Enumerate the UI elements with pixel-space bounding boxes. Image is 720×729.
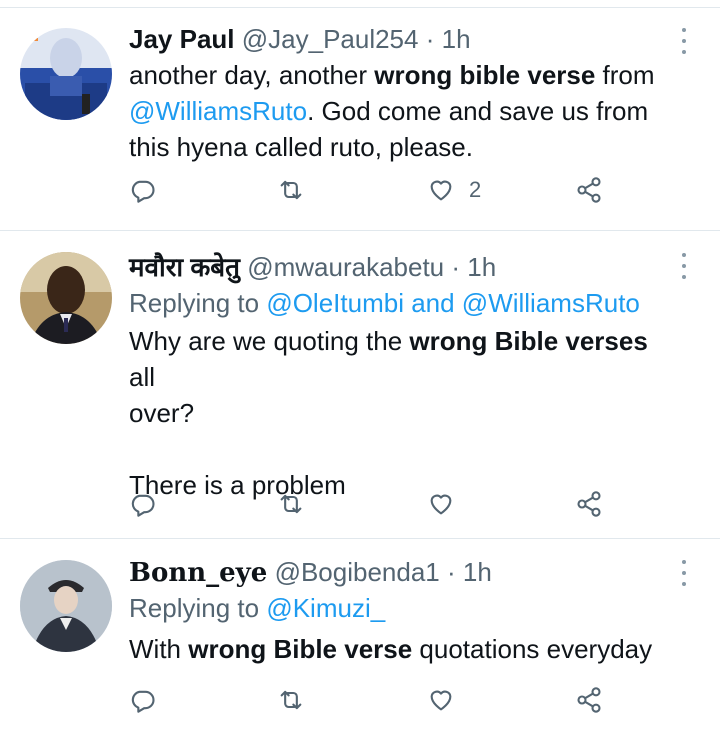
- reply-button[interactable]: [129, 174, 171, 206]
- retweet-icon: [280, 690, 302, 710]
- tweet-feed: Jay Paul @Jay_Paul254 · 1h another day, …: [0, 0, 720, 729]
- tweet-text: With wrong Bible verse quotations everyd…: [129, 631, 680, 667]
- replying-prefix: Replying to: [129, 288, 267, 318]
- share-icon: [577, 491, 601, 517]
- reply-icon: [131, 494, 155, 517]
- reply-icon: [131, 180, 155, 203]
- tweet-actions: [129, 684, 629, 716]
- tweet-text: another day, another wrong bible verse f…: [129, 57, 680, 165]
- tweet-content: Jay Paul @Jay_Paul254 · 1h another day, …: [129, 21, 680, 165]
- share-button[interactable]: [575, 488, 603, 520]
- text-segment: all over? There is a problem: [129, 362, 346, 500]
- separator-dot: ·: [447, 557, 456, 587]
- retweet-icon: [280, 180, 302, 200]
- reply-joiner: and: [403, 288, 462, 318]
- mention-link[interactable]: @WilliamsRuto: [129, 96, 307, 126]
- highlighted-text: wrong bible verse: [374, 60, 596, 90]
- replying-to: Replying to @Kimuzi_: [129, 590, 680, 626]
- retweet-button[interactable]: [277, 174, 319, 206]
- share-button[interactable]: [575, 684, 603, 716]
- user-handle[interactable]: @Bogibenda1: [275, 557, 440, 587]
- heart-icon: [430, 180, 452, 201]
- heart-icon: [430, 690, 452, 711]
- timestamp[interactable]: 1h: [463, 557, 492, 587]
- reply-mention[interactable]: @OleItumbi: [266, 288, 404, 318]
- highlighted-text: wrong Bible verses: [409, 326, 648, 356]
- retweet-button[interactable]: [277, 684, 305, 716]
- avatar[interactable]: [20, 252, 112, 344]
- like-button[interactable]: [427, 488, 455, 520]
- heart-icon: [430, 494, 452, 515]
- reply-mention[interactable]: @Kimuzi_: [266, 593, 385, 623]
- reply-button[interactable]: [129, 488, 157, 520]
- share-icon: [577, 687, 601, 713]
- tweet-header: Jay Paul @Jay_Paul254 · 1h: [129, 21, 680, 57]
- like-button[interactable]: [427, 684, 455, 716]
- more-options-icon[interactable]: [674, 253, 694, 279]
- timestamp[interactable]: 1h: [467, 252, 496, 282]
- tweet-header: मवौरा कबेतु @mwaurakabetu · 1h: [129, 249, 680, 285]
- tweet-text: Why are we quoting the wrong Bible verse…: [129, 323, 680, 503]
- retweet-button[interactable]: [277, 488, 305, 520]
- replying-to: Replying to @OleItumbi and @WilliamsRuto: [129, 285, 680, 321]
- text-segment: quotations everyday: [412, 634, 653, 664]
- text-segment: from: [602, 60, 655, 90]
- timestamp[interactable]: 1h: [442, 24, 471, 54]
- tweet-content: मवौरा कबेतु @mwaurakabetu · 1h Replying …: [129, 249, 680, 503]
- reply-icon: [131, 690, 155, 713]
- replying-prefix: Replying to: [129, 593, 267, 623]
- display-name[interactable]: मवौरा कबेतु: [129, 252, 240, 282]
- user-handle[interactable]: @Jay_Paul254: [242, 24, 419, 54]
- tweet-actions: [129, 488, 629, 520]
- highlighted-text: wrong Bible verse: [188, 634, 413, 664]
- like-button[interactable]: 2: [427, 174, 481, 206]
- more-options-icon[interactable]: [674, 28, 694, 54]
- share-icon: [577, 177, 601, 203]
- tweet-content: Bonn_eye @Bogibenda1 · 1h Replying to @K…: [129, 554, 680, 667]
- tweet-actions: 2: [129, 174, 629, 206]
- retweet-icon: [280, 494, 302, 514]
- avatar[interactable]: [20, 28, 112, 120]
- display-name[interactable]: Bonn_eye: [129, 558, 267, 588]
- avatar[interactable]: [20, 560, 112, 652]
- reply-mention[interactable]: @WilliamsRuto: [462, 288, 640, 318]
- share-button[interactable]: [575, 174, 603, 206]
- text-segment: With: [129, 634, 189, 664]
- text-segment: another day, another: [129, 60, 375, 90]
- reply-button[interactable]: [129, 684, 157, 716]
- tweet-header: Bonn_eye @Bogibenda1 · 1h: [129, 554, 680, 590]
- text-segment: Why are we quoting the: [129, 326, 410, 356]
- separator-dot: ·: [425, 24, 435, 54]
- display-name[interactable]: Jay Paul: [129, 24, 235, 54]
- user-handle[interactable]: @mwaurakabetu: [247, 252, 444, 282]
- more-options-icon[interactable]: [674, 560, 694, 586]
- like-count: 2: [469, 177, 482, 202]
- separator-dot: ·: [451, 252, 461, 282]
